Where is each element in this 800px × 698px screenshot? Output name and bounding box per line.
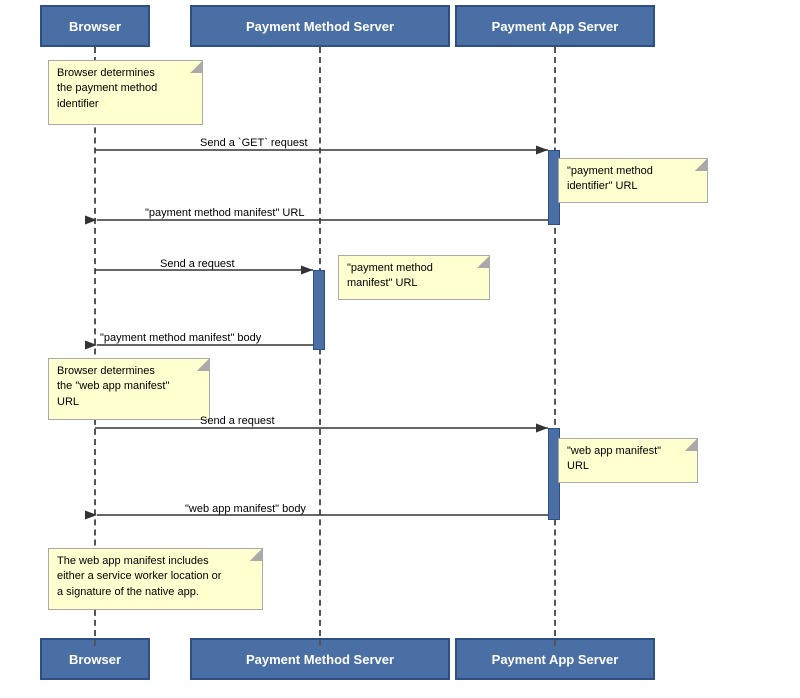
msg-label-payment-manifest-body: "payment method manifest" body [100, 332, 261, 344]
header-payment-app-server: Payment App Server [455, 5, 655, 47]
lifeline-payment-app-server [554, 47, 556, 646]
sequence-diagram: Browser Payment Method Server Payment Ap… [0, 0, 800, 698]
note-browser-determines-web-app: Browser determines the "web app manifest… [48, 358, 210, 420]
msg-label-web-app-manifest-body: "web app manifest" body [185, 503, 306, 515]
activation-bar-payment-method-1 [313, 270, 325, 350]
msg-label-get-request: Send a `GET` request [200, 137, 308, 149]
note-web-app-includes: The web app manifest includes either a s… [48, 548, 263, 610]
note-web-app-manifest-url: "web app manifest" URL [558, 438, 698, 483]
note-browser-determines-identifier: Browser determines the payment method id… [48, 60, 203, 125]
msg-label-payment-manifest-url: "payment method manifest" URL [145, 207, 304, 219]
header-browser: Browser [40, 5, 150, 47]
msg-label-send-request-3: Send a request [200, 415, 275, 427]
note-payment-identifier-url: "payment method identifier" URL [558, 158, 708, 203]
note-payment-manifest-url: "payment method manifest" URL [338, 255, 490, 300]
msg-label-send-request-2: Send a request [160, 258, 235, 270]
header-payment-method-server: Payment Method Server [190, 5, 450, 47]
